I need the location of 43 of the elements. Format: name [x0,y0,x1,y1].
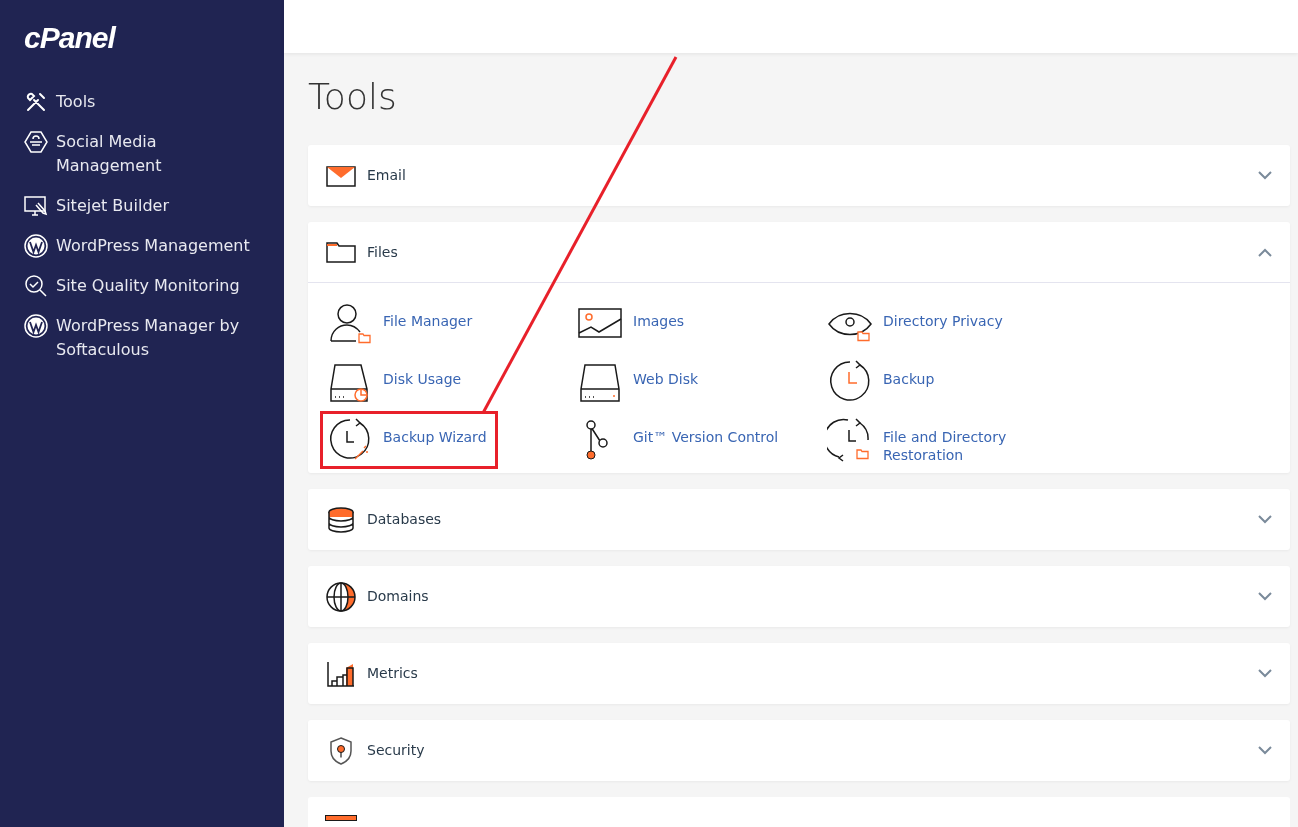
section-title: Databases [367,510,443,529]
monitor-icon [24,194,48,218]
section-header[interactable]: Metrics [308,643,1290,704]
section-header[interactable]: Domains [308,566,1290,627]
sidebar-item[interactable]: WordPress Manager by Softaculous [24,314,276,362]
page-title: Tools [308,75,397,119]
tool-link[interactable]: Backup Wizard [320,411,498,469]
sidebar-item[interactable]: Social Media Management [24,130,276,178]
sidebar-item[interactable]: Sitejet Builder [24,194,276,218]
magnifier-check-icon [24,274,48,298]
chevron-up-icon[interactable] [1258,247,1272,257]
chevron-down-icon[interactable] [1258,515,1272,524]
hexagon-icon [24,130,48,154]
section-header[interactable]: Email [308,145,1290,206]
logo: cPanel [24,20,115,56]
section-title: Metrics [367,664,419,683]
chevron-down-icon[interactable] [1258,669,1272,678]
wordpress-icon [24,314,48,338]
tool-link[interactable]: Images [570,295,696,353]
section-title: Domains [367,587,430,606]
section-header[interactable]: Security [308,720,1290,781]
chevron-down-icon[interactable] [1258,592,1272,601]
section-header[interactable]: Files [308,222,1290,283]
tools-icon [24,90,48,114]
section-title: Security [367,741,426,760]
wordpress-icon [24,234,48,258]
section-title: Files [367,242,399,262]
section-header[interactable]: Databases [308,489,1290,550]
chevron-down-icon[interactable] [1258,746,1272,755]
cropped-section-icon [325,815,357,821]
tool-link[interactable]: File and Directory Restoration [820,411,1044,469]
section-title: Email [367,166,407,185]
chevron-down-icon[interactable] [1258,171,1272,180]
sidebar-item[interactable]: WordPress Management [24,234,276,258]
tool-link[interactable]: Disk Usage [320,353,473,411]
tool-link[interactable]: Directory Privacy [820,295,1014,353]
sidebar-item[interactable]: Site Quality Monitoring [24,274,276,298]
tool-link[interactable]: File Manager [320,295,484,353]
tool-link[interactable]: Web Disk [570,353,710,411]
tool-link[interactable]: Git™ Version Control [570,411,790,469]
sidebar-item[interactable]: Tools [24,90,276,114]
tool-link[interactable]: Backup [820,353,946,411]
globe-icon [325,580,357,613]
